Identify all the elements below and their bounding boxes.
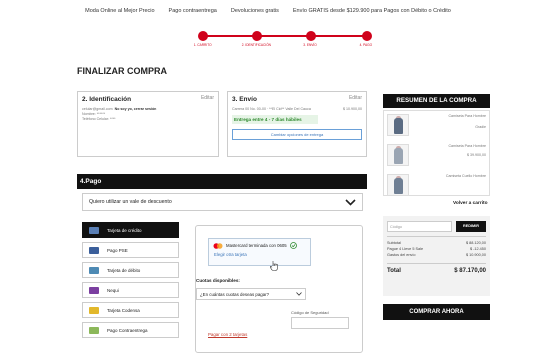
security-code-label: Código de Seguridad xyxy=(291,310,329,315)
total-row: Total $ 87.170,00 xyxy=(387,263,486,274)
page-title: FINALIZAR COMPRA xyxy=(77,66,167,76)
card-details-panel: Mastercard terminada con 0605 Elegir otr… xyxy=(195,225,363,353)
identification-title: 2. Identificación xyxy=(82,96,132,103)
mastercard-icon xyxy=(213,242,223,249)
chevron-down-icon xyxy=(345,198,356,206)
payment-header: 4.Pago xyxy=(77,174,367,189)
installments-placeholder: ¿En cuántas cuotas deseas pagar? xyxy=(200,291,270,297)
summary-item: Camiseta Para Hombre $ 39.900,00 xyxy=(384,141,489,171)
installments-select[interactable]: ¿En cuántas cuotas deseas pagar? xyxy=(196,288,306,300)
pse-icon xyxy=(89,246,99,254)
total-label: Total xyxy=(387,268,401,274)
security-code-input[interactable] xyxy=(291,317,349,329)
summary-header: RESUMEN DE LA COMPRA xyxy=(383,94,490,108)
credit-card-icon xyxy=(89,226,99,234)
method-cash-on-delivery[interactable]: Pago Contraentrega xyxy=(82,322,179,338)
identification-card: 2. Identificación Editar celular@gmail.c… xyxy=(77,91,219,157)
summary-totals-box: Código REDIMIR Subtotal $ 88.120,00 Pague… xyxy=(383,216,490,296)
method-credit-card[interactable]: Tarjeta de crédito xyxy=(82,222,179,238)
item-name: Camiseta Para Hombre xyxy=(448,144,486,148)
method-pse[interactable]: Pago PSE xyxy=(82,242,179,258)
logout-link[interactable]: No soy yo, cerrar sesión xyxy=(115,107,157,111)
step-dot xyxy=(306,31,316,41)
identification-edit-link[interactable]: Editar xyxy=(201,95,214,101)
buy-now-button[interactable]: COMPRAR AHORA xyxy=(383,304,490,320)
checkout-stepper: 1. CARRITO 2. IDENTIFICACIÓN 3. ENVÍO 4.… xyxy=(190,30,380,50)
pay-with-two-cards-link[interactable]: Pagar con 2 tarjetas xyxy=(208,332,247,337)
shipping-card: 3. Envío Editar Carrera 00 No. 00-00 · *… xyxy=(227,91,367,157)
chevron-down-icon xyxy=(296,292,302,296)
method-label: Tarjeta Codensa xyxy=(107,307,140,313)
item-name: Camiseta Cuello Hombre xyxy=(445,174,486,178)
back-to-cart-link[interactable]: Volver a carrito xyxy=(453,201,488,206)
nequi-icon xyxy=(89,286,99,294)
delivery-estimate: Entrega entre 4 - 7 días hábiles xyxy=(232,115,318,124)
step-label[interactable]: 1. CARRITO xyxy=(194,43,212,47)
method-label: Pago Contraentrega xyxy=(107,327,148,333)
installments-label: Cuotas disponibles: xyxy=(196,278,240,283)
step-dot xyxy=(198,31,208,41)
method-debit-card[interactable]: Tarjeta de débito xyxy=(82,262,179,278)
method-label: Pago PSE xyxy=(107,247,128,253)
shipping-title: 3. Envío xyxy=(232,96,257,103)
coupon-input[interactable]: Código xyxy=(387,221,452,232)
change-delivery-button[interactable]: Cambiar opciones de entrega xyxy=(232,129,362,140)
selected-card-box[interactable]: Mastercard terminada con 0605 Elegir otr… xyxy=(208,238,311,266)
shipping-address: Carrera 00 No. 00-00 · **El Cid** Valle … xyxy=(232,107,311,111)
step-label[interactable]: 3. ENVÍO xyxy=(303,43,316,47)
step-label: 4. PAGO xyxy=(359,43,373,47)
product-thumbnail[interactable] xyxy=(387,144,409,166)
method-nequi[interactable]: Nequi xyxy=(82,282,179,298)
method-codensa[interactable]: Tarjeta Codensa xyxy=(82,302,179,318)
redeem-button[interactable]: REDIMIR xyxy=(456,221,486,232)
voucher-dropdown[interactable]: Quiero utilizar un vale de descuento xyxy=(82,193,363,211)
item-name: Camiseta Para Hombre xyxy=(448,114,486,118)
summary-item: Camiseta Para Hombre Gradie xyxy=(384,111,489,141)
method-label: Tarjeta de débito xyxy=(107,267,141,273)
summary-item: Camiseta Cuello Hombre xyxy=(384,171,489,195)
debit-card-icon xyxy=(89,266,99,274)
shipping-price: $ 10.900,00 xyxy=(343,107,362,111)
voucher-label: Quiero utilizar un vale de descuento xyxy=(89,199,172,205)
promo-item: Devoluciones gratis xyxy=(230,8,279,14)
step-label[interactable]: 2. IDENTIFICACIÓN xyxy=(242,43,271,47)
shipping-edit-link[interactable]: Editar xyxy=(349,95,362,101)
promo-item: Pago contraentrega xyxy=(168,8,217,14)
product-thumbnail[interactable] xyxy=(387,174,409,195)
selected-card-label: Mastercard terminada con 0605 xyxy=(226,243,287,248)
payment-methods-list: Tarjeta de crédito Pago PSE Tarjeta de d… xyxy=(82,222,179,338)
stepper-line xyxy=(202,35,368,37)
item-price: $ 39.900,00 xyxy=(467,153,486,157)
step-dot xyxy=(252,31,262,41)
total-value: $ 87.170,00 xyxy=(454,268,486,274)
check-circle-icon xyxy=(289,242,297,249)
step-dot xyxy=(362,31,372,41)
product-thumbnail[interactable] xyxy=(387,114,409,136)
promo-item: Moda Online al Mejor Precio xyxy=(85,8,155,14)
promo-topbar: Moda Online al Mejor Precio Pago contrae… xyxy=(0,0,536,22)
codensa-card-icon xyxy=(89,306,99,314)
identification-phone: Teléfono Celular: **** xyxy=(82,117,116,121)
method-label: Tarjeta de crédito xyxy=(107,227,142,233)
summary-items-list: Camiseta Para Hombre Gradie Camiseta Par… xyxy=(383,110,490,196)
promo-item: Envío GRATIS desde $129.900 para Pagos c… xyxy=(292,8,451,14)
method-label: Nequi xyxy=(107,287,119,293)
shipping-row: Gastos del envío $ 10.900,00 xyxy=(387,253,486,257)
item-color: Gradie xyxy=(475,125,486,129)
cash-icon xyxy=(89,326,99,334)
identification-email: celular@gmail.com xyxy=(82,107,113,111)
hand-cursor-icon xyxy=(270,261,278,271)
choose-other-card-link[interactable]: Elegir otra tarjeta xyxy=(209,252,310,257)
